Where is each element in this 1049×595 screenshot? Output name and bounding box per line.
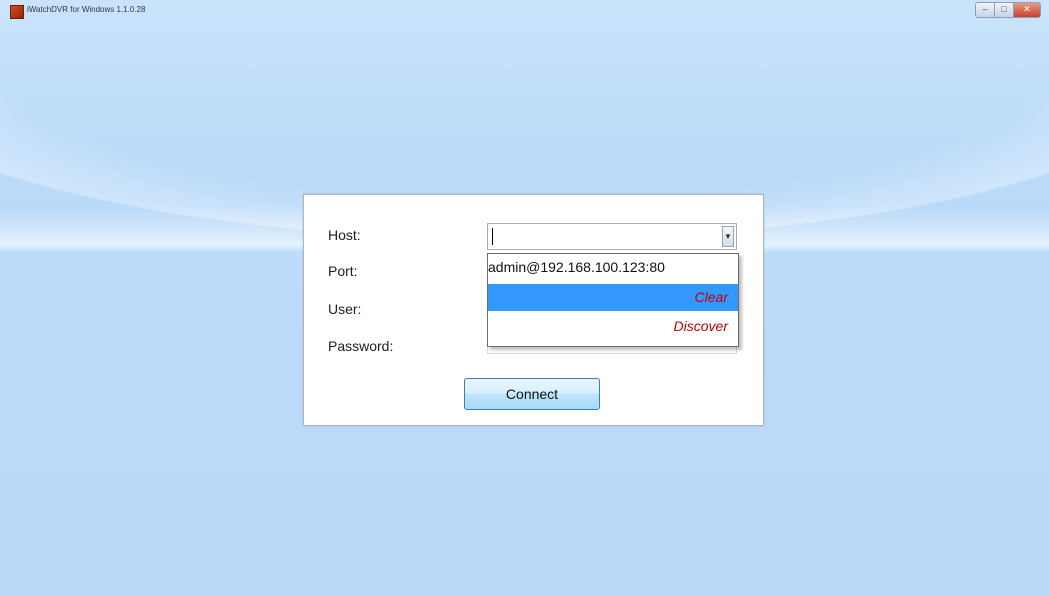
port-label: Port: [328,263,358,279]
window-title: iWatchDVR for Windows 1.1.0.28 [27,5,146,14]
minimize-button[interactable]: – [975,2,995,18]
chevron-down-icon[interactable]: ▼ [722,226,734,247]
text-caret [492,228,493,245]
dropdown-item-discover[interactable]: Discover [488,313,738,340]
dropdown-item-clear[interactable]: Clear [488,284,738,311]
password-label: Password: [328,338,394,354]
connect-button[interactable]: Connect [464,378,600,410]
app-window: iWatchDVR for Windows 1.1.0.28 – □ ✕ Hos… [0,0,1049,595]
host-combobox[interactable]: ▼ [487,223,737,250]
window-controls: – □ ✕ [975,2,1041,18]
close-button[interactable]: ✕ [1014,2,1041,18]
user-label: User: [328,301,362,317]
host-dropdown-list: admin@192.168.100.123:80 Clear Discover [487,253,739,347]
host-label: Host: [328,227,361,243]
title-bar: iWatchDVR for Windows 1.1.0.28 – □ ✕ [0,0,1049,22]
login-dialog: Host: Port: User: Password: ▼ admin@192.… [303,194,764,426]
maximize-button[interactable]: □ [995,2,1014,18]
app-logo-icon [10,5,24,19]
dropdown-item-host[interactable]: admin@192.168.100.123:80 [488,254,738,281]
